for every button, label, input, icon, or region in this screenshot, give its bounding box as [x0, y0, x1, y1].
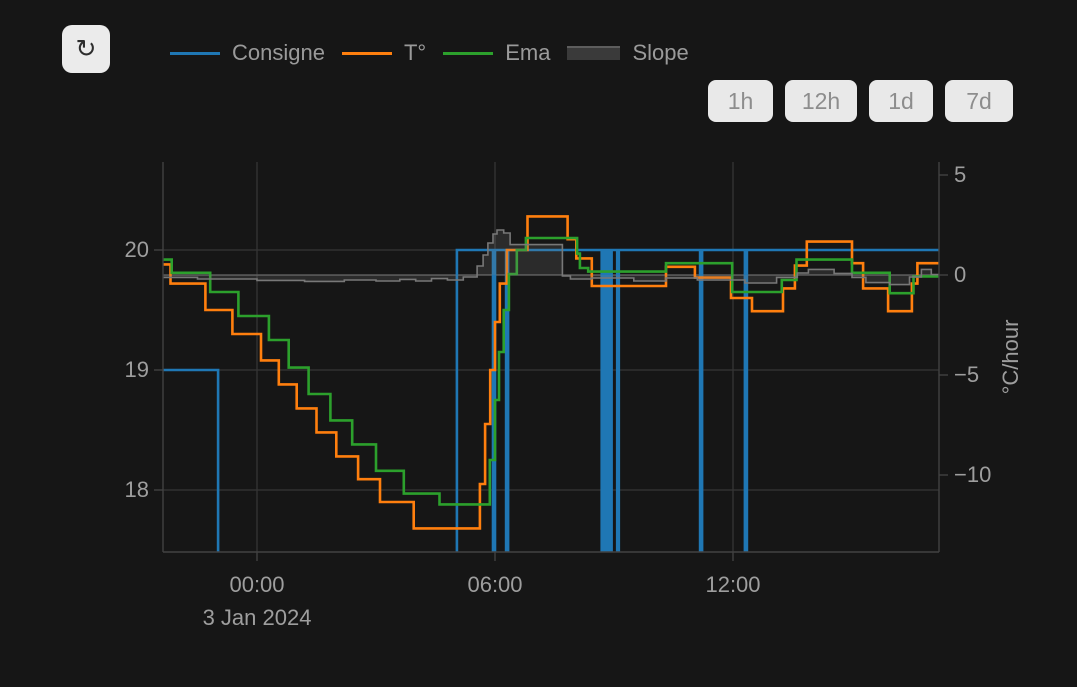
chart-plot-area[interactable]: 20 19 18 5 0 −5 −10 00:00 06:00 12:00 3 Jan 2024 °C… — [0, 0, 1077, 682]
x-axis-tick-label: 00:00 — [229, 572, 284, 597]
chart-svg: 20 19 18 5 0 −5 −10 00:00 06:00 12:00 3 Jan 2024 °C… — [0, 0, 1077, 682]
left-axis-tick-label: 20 — [125, 237, 149, 262]
right-axis-title: °C/hour — [998, 320, 1023, 395]
x-axis-tick-label: 06:00 — [467, 572, 522, 597]
x-axis-date-label: 3 Jan 2024 — [203, 605, 312, 630]
thermostat-chart-panel: ↻ Consigne T° Ema Slope 1h 12h 1d 7d 201… — [0, 0, 1077, 682]
right-axis-tick-label: −10 — [954, 462, 991, 487]
x-axis-tick-label: 12:00 — [705, 572, 760, 597]
left-axis-tick-label: 19 — [125, 357, 149, 382]
right-axis-tick-label: −5 — [954, 362, 979, 387]
right-axis-tick-label: 0 — [954, 262, 966, 287]
left-axis-tick-label: 18 — [125, 477, 149, 502]
right-axis-tick-label: 5 — [954, 162, 966, 187]
